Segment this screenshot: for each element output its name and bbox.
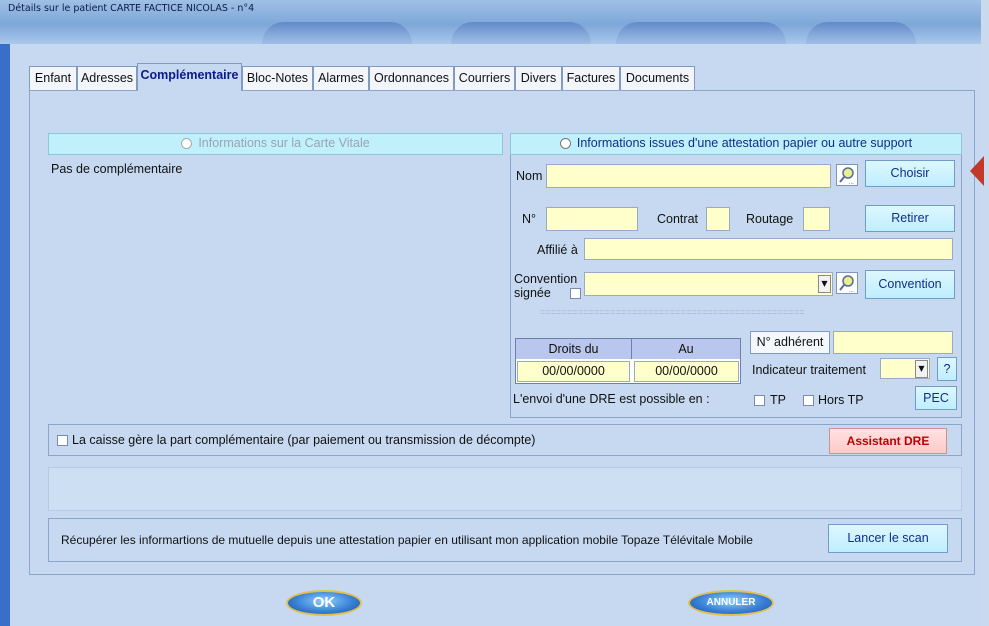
window-border [0, 44, 10, 626]
carte-vitale-header[interactable]: Informations sur la Carte Vitale [48, 133, 503, 155]
convention-button[interactable]: Convention [865, 270, 955, 299]
tab-bloc-notes[interactable]: Bloc-Notes [242, 66, 313, 90]
attestation-header-label: Informations issues d'une attestation pa… [576, 136, 913, 150]
toolbar-shortcut[interactable] [616, 22, 786, 44]
nom-search-button[interactable]: ... [836, 164, 858, 186]
tp-label: TP [770, 393, 786, 407]
separator-line: ========================================… [540, 309, 805, 318]
search-icon: ... [839, 167, 854, 186]
assistant-dre-button[interactable]: Assistant DRE [829, 428, 947, 454]
search-icon: ... [839, 275, 854, 294]
toolbar-shortcut[interactable] [262, 22, 412, 44]
carte-vitale-header-label: Informations sur la Carte Vitale [198, 136, 370, 150]
convention-select[interactable] [584, 272, 833, 296]
ok-button[interactable]: OK [286, 590, 362, 616]
contrat-input[interactable] [706, 207, 730, 231]
attestation-header[interactable]: Informations issues d'une attestation pa… [510, 133, 962, 155]
tab-complementaire[interactable]: Complémentaire [137, 63, 242, 91]
no-complementaire-text: Pas de complémentaire [51, 162, 183, 176]
tab-alarmes[interactable]: Alarmes [313, 66, 369, 90]
contrat-label: Contrat [657, 212, 698, 226]
adherent-label: N° adhérent [750, 331, 830, 354]
numero-input[interactable] [546, 207, 638, 231]
nom-input[interactable] [546, 164, 831, 188]
pec-button[interactable]: PEC [915, 386, 957, 410]
tp-checkbox[interactable] [754, 395, 765, 406]
convention-signee-checkbox[interactable] [570, 288, 581, 299]
numero-label: N° [522, 212, 537, 226]
arrow-icon [970, 156, 984, 186]
adherent-input[interactable] [833, 331, 953, 354]
choisir-button[interactable]: Choisir [865, 160, 955, 187]
affilie-label: Affilié à [537, 243, 578, 257]
tab-enfant[interactable]: Enfant [29, 66, 77, 90]
window-border [981, 0, 989, 626]
annuler-button[interactable]: ANNULER [688, 590, 774, 616]
convention-label-line1: Convention [514, 272, 578, 286]
convention-label: Convention signée [514, 272, 577, 300]
svg-text:...: ... [849, 180, 854, 185]
carte-vitale-radio[interactable] [181, 138, 193, 150]
caisse-checkbox[interactable] [57, 435, 68, 446]
au-header: Au [632, 339, 740, 359]
attestation-radio[interactable] [559, 138, 571, 150]
info-band [48, 467, 962, 511]
nom-label: Nom [516, 169, 543, 183]
retirer-button[interactable]: Retirer [865, 205, 955, 232]
tab-adresses[interactable]: Adresses [77, 66, 137, 90]
au-input[interactable]: 00/00/0000 [634, 361, 739, 382]
convention-label-line2: signée [514, 286, 551, 300]
help-button[interactable]: ? [937, 357, 957, 381]
dre-label: L'envoi d'une DRE est possible en : [513, 392, 710, 406]
tab-factures[interactable]: Factures [562, 66, 620, 90]
affilie-input[interactable] [584, 238, 953, 260]
chevron-down-icon[interactable]: ▼ [915, 360, 928, 378]
carte-vitale-content [48, 155, 503, 418]
chevron-down-icon[interactable]: ▼ [818, 275, 831, 293]
svg-text:...: ... [849, 288, 854, 293]
toolbar-shortcut[interactable] [806, 22, 916, 44]
window-title: Détails sur le patient CARTE FACTICE NIC… [8, 3, 255, 14]
caisse-label: La caisse gère la part complémentaire (p… [72, 433, 536, 447]
tab-documents[interactable]: Documents [620, 66, 695, 90]
tab-divers[interactable]: Divers [515, 66, 562, 90]
routage-label: Routage [746, 212, 794, 226]
convention-search-button[interactable]: ... [836, 272, 858, 294]
tab-ordonnances[interactable]: Ordonnances [369, 66, 454, 90]
droits-du-input[interactable]: 00/00/0000 [517, 361, 630, 382]
hors-tp-label: Hors TP [818, 393, 864, 407]
toolbar-shortcut[interactable] [451, 22, 591, 44]
droits-du-header: Droits du [516, 339, 632, 359]
indicateur-label: Indicateur traitement [752, 363, 866, 377]
routage-input[interactable] [803, 207, 830, 231]
lancer-scan-button[interactable]: Lancer le scan [828, 524, 948, 553]
scan-text: Récupérer les informartions de mutuelle … [61, 533, 753, 547]
hors-tp-checkbox[interactable] [803, 395, 814, 406]
tab-courriers[interactable]: Courriers [454, 66, 515, 90]
